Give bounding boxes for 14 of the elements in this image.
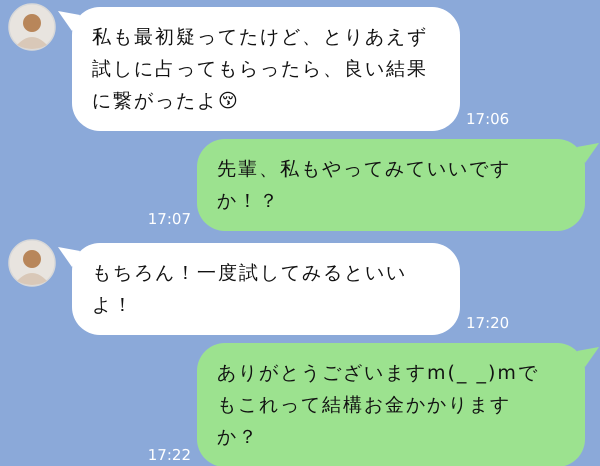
message-time: 17:07 [148,212,191,230]
message-bubble: 先輩、私もやってみていいですか！？ [197,139,585,231]
bubble-tail [58,247,80,267]
message-time: 17:20 [466,316,510,334]
avatar[interactable] [8,3,56,51]
message-bubble: 私も最初疑ってたけど、とりあえず試しに占ってもらったら、良い結果に繋がったよ😚 [72,7,460,131]
message-bubble: もちろん！一度試してみるといいよ！ [72,243,460,335]
avatar[interactable] [8,239,56,287]
bubble-tail [58,11,80,31]
bubble-tail [577,143,599,163]
message-bubble: ありがとうございますm(_ _)mでもこれって結構お金かかりますか？ [197,343,585,466]
message-time: 17:06 [466,112,510,130]
bubble-tail [577,347,599,367]
message-time: 17:22 [148,448,191,466]
